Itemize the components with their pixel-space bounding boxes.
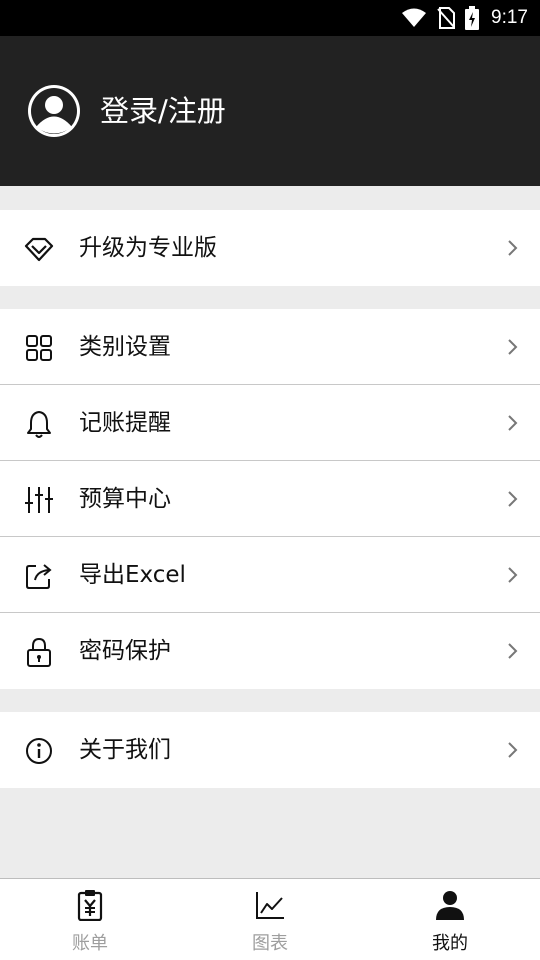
menu-item-budget-center[interactable]: 预算中心: [0, 461, 540, 537]
status-time: 9:17: [491, 7, 528, 28]
tab-label: 我的: [432, 933, 468, 954]
bill-clipboard-icon: [77, 890, 103, 921]
sliders-icon: [25, 487, 53, 513]
tab-bills[interactable]: 账单: [0, 879, 180, 960]
bottom-tab-bar: 账单 图表 我的: [0, 878, 540, 960]
menu-item-export-excel[interactable]: 导出Excel: [0, 537, 540, 613]
menu-item-label: 预算中心: [79, 486, 171, 512]
chevron-right-icon: [508, 491, 518, 507]
menu-item-label: 类别设置: [79, 334, 171, 360]
bell-icon: [27, 411, 51, 438]
chevron-right-icon: [508, 643, 518, 659]
menu-group-settings: 类别设置 记账提醒 预算中心 导出Excel 密码保护: [0, 309, 540, 689]
tab-label: 图表: [252, 933, 288, 954]
login-register-link[interactable]: 登录/注册: [100, 93, 226, 129]
export-icon: [26, 564, 52, 589]
menu-item-category-settings[interactable]: 类别设置: [0, 309, 540, 385]
tab-label: 账单: [72, 933, 108, 954]
tab-charts[interactable]: 图表: [180, 879, 360, 960]
wifi-icon: [402, 8, 427, 27]
menu-item-label: 升级为专业版: [79, 235, 217, 261]
menu-item-label: 密码保护: [79, 638, 171, 664]
menu-group-about: 关于我们: [0, 712, 540, 788]
no-sim-icon: [437, 7, 456, 29]
menu-group-upgrade: 升级为专业版: [0, 210, 540, 286]
category-grid-icon: [26, 335, 52, 361]
user-circle-icon[interactable]: [27, 84, 81, 138]
chevron-right-icon: [508, 339, 518, 355]
diamond-icon: [24, 237, 54, 262]
menu-item-label: 关于我们: [79, 737, 171, 763]
info-icon: [26, 738, 52, 764]
chevron-right-icon: [508, 240, 518, 256]
menu-item-label: 导出Excel: [79, 562, 186, 588]
battery-charging-icon: [465, 6, 480, 30]
chevron-right-icon: [508, 567, 518, 583]
line-chart-icon: [256, 892, 284, 919]
menu-item-about-us[interactable]: 关于我们: [0, 712, 540, 788]
lock-icon: [27, 637, 51, 667]
status-icons: 9:17: [401, 0, 528, 36]
chevron-right-icon: [508, 742, 518, 758]
menu-item-label: 记账提醒: [79, 410, 171, 436]
menu-item-password-protection[interactable]: 密码保护: [0, 613, 540, 689]
menu-item-upgrade-pro[interactable]: 升级为专业版: [0, 210, 540, 286]
profile-header[interactable]: 登录/注册: [0, 36, 540, 186]
tab-mine[interactable]: 我的: [360, 879, 540, 960]
menu-item-bookkeeping-reminder[interactable]: 记账提醒: [0, 385, 540, 461]
chevron-right-icon: [508, 415, 518, 431]
person-icon: [436, 891, 464, 920]
status-bar: 9:17: [0, 0, 540, 36]
